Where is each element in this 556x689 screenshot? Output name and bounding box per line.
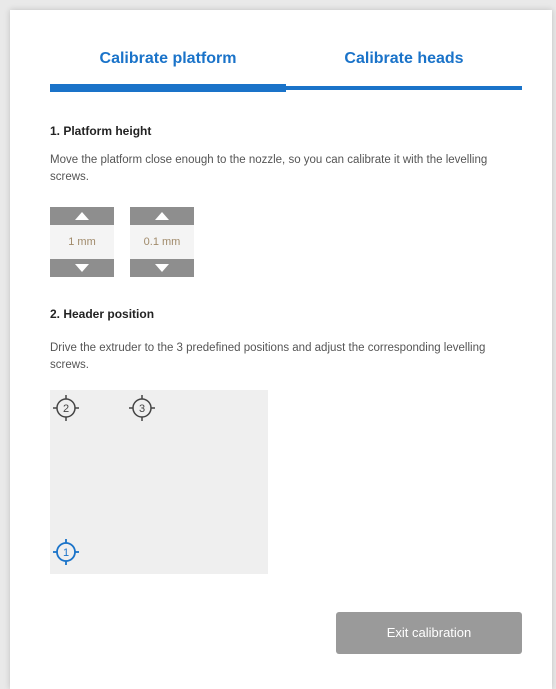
calibration-panel: Calibrate platform Calibrate heads 1. Pl… [10, 10, 552, 689]
crosshair-icon: 1 [53, 539, 79, 565]
fine-up-button[interactable] [130, 207, 194, 225]
marker-label: 2 [63, 403, 69, 415]
fine-stepper: 0.1 mm [130, 207, 194, 277]
tab-calibrate-platform[interactable]: Calibrate platform [50, 44, 286, 82]
arrow-down-icon [75, 264, 89, 272]
tab-bar: Calibrate platform Calibrate heads [50, 44, 522, 94]
arrow-down-icon [155, 264, 169, 272]
fine-down-button[interactable] [130, 259, 194, 277]
marker-label: 3 [139, 403, 145, 415]
tab-underline [286, 86, 522, 90]
position-marker-2[interactable]: 2 [53, 395, 79, 421]
print-bed-area: 2 3 1 [50, 390, 268, 574]
tab-active-indicator [50, 84, 286, 92]
tab-calibrate-heads[interactable]: Calibrate heads [286, 44, 522, 82]
marker-label: 1 [63, 547, 69, 559]
platform-height-title: 1. Platform height [50, 124, 152, 138]
fine-step-value: 0.1 mm [130, 225, 194, 259]
crosshair-icon: 2 [53, 395, 79, 421]
coarse-stepper: 1 mm [50, 207, 114, 277]
position-marker-3[interactable]: 3 [129, 395, 155, 421]
exit-calibration-button[interactable]: Exit calibration [336, 612, 522, 654]
crosshair-icon: 3 [129, 395, 155, 421]
coarse-step-value: 1 mm [50, 225, 114, 259]
coarse-up-button[interactable] [50, 207, 114, 225]
coarse-down-button[interactable] [50, 259, 114, 277]
arrow-up-icon [75, 212, 89, 220]
header-position-description: Drive the extruder to the 3 predefined p… [50, 342, 486, 371]
platform-height-description: Move the platform close enough to the no… [50, 154, 488, 183]
arrow-up-icon [155, 212, 169, 220]
position-marker-1[interactable]: 1 [53, 539, 79, 565]
header-position-title: 2. Header position [50, 307, 155, 321]
